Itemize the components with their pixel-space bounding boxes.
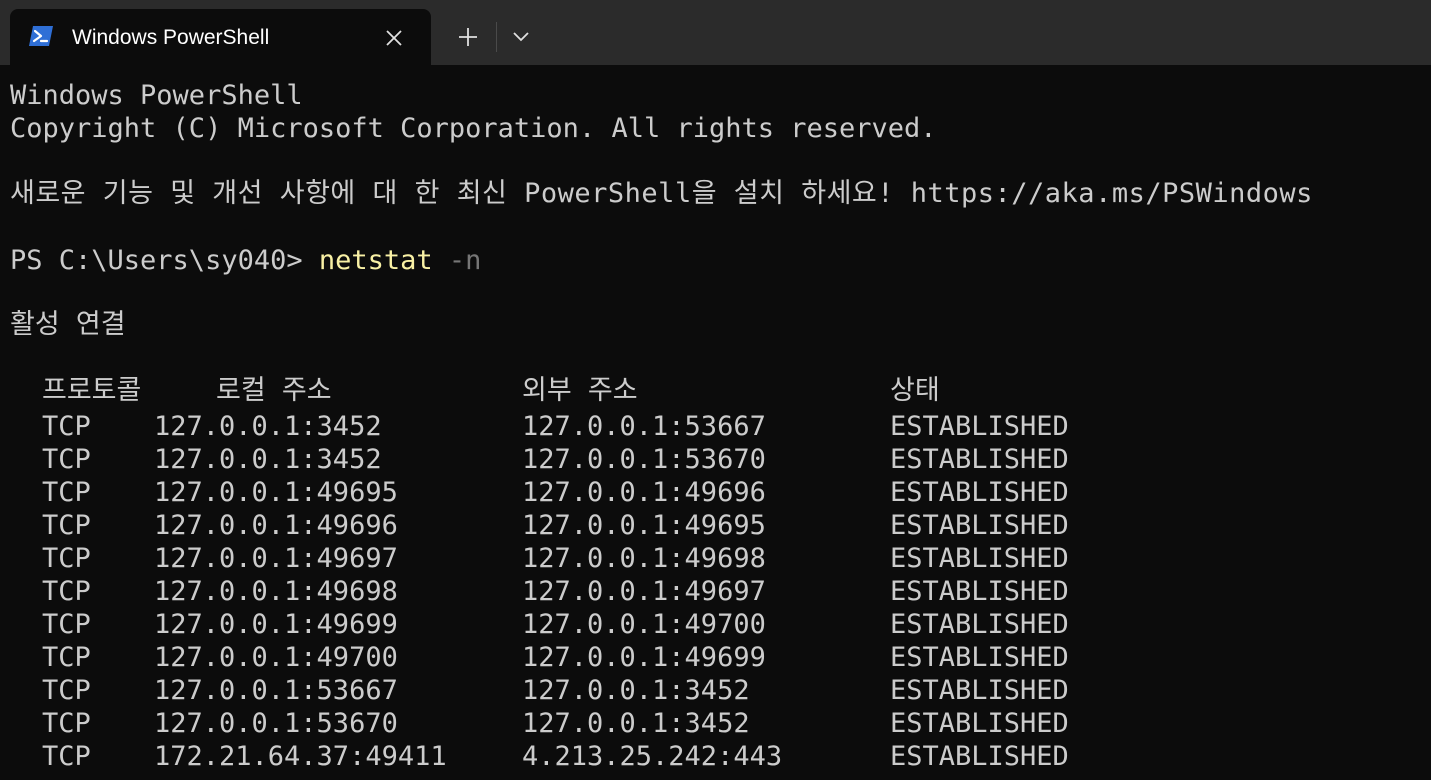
foreign-address-cell: 127.0.0.1:49695 xyxy=(522,510,766,541)
local-address-cell: 127.0.0.1:49699 xyxy=(154,609,398,640)
foreign-address-cell: 127.0.0.1:53670 xyxy=(522,444,766,475)
state-cell: ESTABLISHED xyxy=(890,609,1069,640)
local-address-cell: 127.0.0.1:3452 xyxy=(154,411,382,442)
tab-separator xyxy=(496,22,497,52)
local-address-cell: 127.0.0.1:53667 xyxy=(154,675,398,706)
column-header-foreign-address: 외부 주소 xyxy=(522,375,638,406)
state-cell: ESTABLISHED xyxy=(890,444,1069,475)
protocol-cell: TCP xyxy=(42,444,91,475)
protocol-cell: TCP xyxy=(42,675,91,706)
foreign-address-cell: 127.0.0.1:49698 xyxy=(522,543,766,574)
local-address-cell: 172.21.64.37:49411 xyxy=(154,741,447,772)
local-address-cell: 127.0.0.1:49696 xyxy=(154,510,398,541)
state-cell: ESTABLISHED xyxy=(890,741,1069,772)
plus-icon xyxy=(459,28,477,46)
column-header-local-address: 로컬 주소 xyxy=(216,375,332,406)
title-bar: Windows PowerShell xyxy=(0,0,1431,65)
command: netstat xyxy=(318,245,433,276)
header-line-2: Copyright (C) Microsoft Corporation. All… xyxy=(10,113,937,144)
protocol-cell: TCP xyxy=(42,576,91,607)
column-header-state: 상태 xyxy=(890,375,940,406)
chevron-down-icon xyxy=(513,32,529,42)
prompt: PS C:\Users\sy040> xyxy=(10,245,319,276)
close-tab-button[interactable] xyxy=(380,24,408,52)
tab-title: Windows PowerShell xyxy=(72,26,270,49)
local-address-cell: 127.0.0.1:49695 xyxy=(154,477,398,508)
foreign-address-cell: 127.0.0.1:49696 xyxy=(522,477,766,508)
prompt-line: PS C:\Users\sy040> netstat -n xyxy=(10,244,481,277)
update-notice: 새로운 기능 및 개선 사항에 대 한 최신 PowerShell을 설치 하세… xyxy=(10,178,1313,209)
terminal-output[interactable]: Windows PowerShell Copyright (C) Microso… xyxy=(0,65,1431,780)
protocol-cell: TCP xyxy=(42,708,91,739)
foreign-address-cell: 127.0.0.1:3452 xyxy=(522,675,750,706)
column-header-protocol: 프로토콜 xyxy=(42,375,142,406)
foreign-address-cell: 127.0.0.1:49700 xyxy=(522,609,766,640)
protocol-cell: TCP xyxy=(42,642,91,673)
state-cell: ESTABLISHED xyxy=(890,477,1069,508)
tab-dropdown-button[interactable] xyxy=(504,18,538,56)
state-cell: ESTABLISHED xyxy=(890,708,1069,739)
foreign-address-cell: 127.0.0.1:49699 xyxy=(522,642,766,673)
local-address-cell: 127.0.0.1:49697 xyxy=(154,543,398,574)
protocol-cell: TCP xyxy=(42,609,91,640)
powershell-icon xyxy=(28,25,54,47)
protocol-cell: TCP xyxy=(42,510,91,541)
local-address-cell: 127.0.0.1:3452 xyxy=(154,444,382,475)
protocol-cell: TCP xyxy=(42,741,91,772)
foreign-address-cell: 127.0.0.1:49697 xyxy=(522,576,766,607)
local-address-cell: 127.0.0.1:49698 xyxy=(154,576,398,607)
state-cell: ESTABLISHED xyxy=(890,642,1069,673)
section-title: 활성 연결 xyxy=(10,309,126,340)
new-tab-button[interactable] xyxy=(447,18,489,56)
foreign-address-cell: 4.213.25.242:443 xyxy=(522,741,783,772)
local-address-cell: 127.0.0.1:49700 xyxy=(154,642,398,673)
local-address-cell: 127.0.0.1:53670 xyxy=(154,708,398,739)
state-cell: ESTABLISHED xyxy=(890,510,1069,541)
command-argument: -n xyxy=(448,245,482,276)
state-cell: ESTABLISHED xyxy=(890,411,1069,442)
state-cell: ESTABLISHED xyxy=(890,675,1069,706)
tab-windows-powershell[interactable]: Windows PowerShell xyxy=(10,9,431,65)
foreign-address-cell: 127.0.0.1:3452 xyxy=(522,708,750,739)
foreign-address-cell: 127.0.0.1:53667 xyxy=(522,411,766,442)
protocol-cell: TCP xyxy=(42,477,91,508)
state-cell: ESTABLISHED xyxy=(890,543,1069,574)
close-icon xyxy=(386,30,402,46)
state-cell: ESTABLISHED xyxy=(890,576,1069,607)
header-line-1: Windows PowerShell xyxy=(10,80,303,111)
protocol-cell: TCP xyxy=(42,411,91,442)
protocol-cell: TCP xyxy=(42,543,91,574)
